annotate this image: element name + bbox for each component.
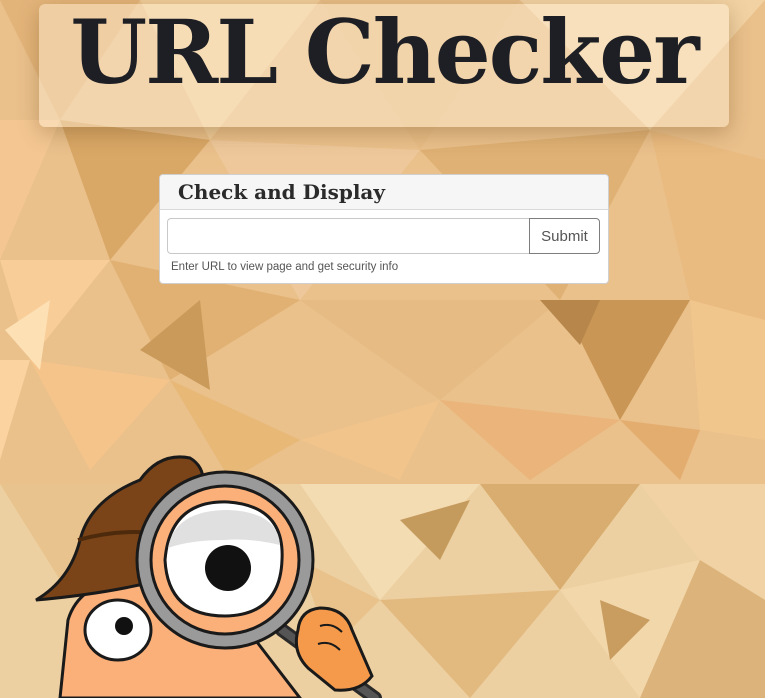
submit-button[interactable]: Submit bbox=[529, 218, 600, 254]
check-card: Check and Display Submit Enter URL to vi… bbox=[159, 174, 609, 284]
check-card-header: Check and Display bbox=[160, 175, 608, 210]
url-input-group: Submit bbox=[167, 218, 600, 254]
page-title: URL Checker bbox=[70, 0, 699, 104]
detective-magnifying-glass-icon bbox=[35, 455, 382, 698]
help-text: Enter URL to view page and get security … bbox=[171, 261, 399, 273]
header-card: URL Checker bbox=[39, 0, 729, 127]
check-card-title: Check and Display bbox=[178, 180, 385, 204]
url-input[interactable] bbox=[167, 218, 529, 254]
